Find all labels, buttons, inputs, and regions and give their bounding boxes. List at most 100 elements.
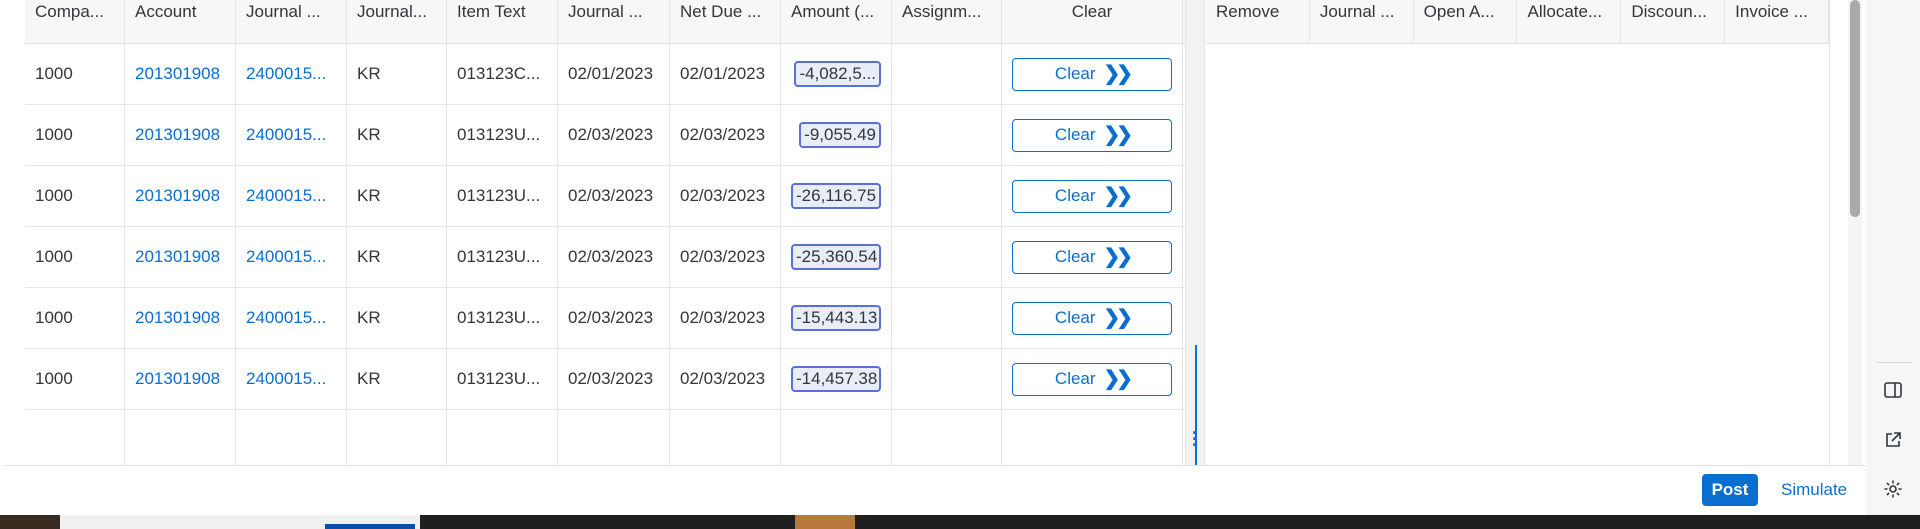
table-row[interactable]: 1000 201301908 2400015... KR 013123C... … bbox=[25, 44, 1185, 105]
clear-cell: Clear ❯❯ bbox=[1002, 166, 1183, 226]
table-row[interactable]: 1000 201301908 2400015... KR 013123U... … bbox=[25, 227, 1185, 288]
column-header-open-amount[interactable]: Open A... bbox=[1414, 0, 1518, 43]
journal-entry-link[interactable]: 2400015... bbox=[236, 349, 347, 409]
amount-value[interactable]: -26,116.75 bbox=[791, 183, 881, 209]
clear-button[interactable]: Clear ❯❯ bbox=[1012, 57, 1172, 91]
gear-icon[interactable] bbox=[1880, 476, 1906, 502]
account-link[interactable]: 201301908 bbox=[125, 44, 236, 104]
scrollbar-thumb[interactable] bbox=[1850, 0, 1860, 217]
item-text: 013123U... bbox=[447, 166, 558, 226]
taskbar-start[interactable] bbox=[0, 515, 60, 529]
account-link[interactable]: 201301908 bbox=[125, 349, 236, 409]
amount-value[interactable]: -25,360.54 bbox=[791, 244, 881, 270]
net-due-date: 02/01/2023 bbox=[670, 44, 781, 104]
clear-cell: Clear ❯❯ bbox=[1002, 288, 1183, 348]
column-header-journal-entry[interactable]: Journal ... bbox=[236, 0, 347, 43]
simulate-button[interactable]: Simulate bbox=[1775, 474, 1853, 506]
clear-cell: Clear ❯❯ bbox=[1002, 105, 1183, 165]
net-due-date: 02/03/2023 bbox=[670, 227, 781, 287]
column-header-allocated[interactable]: Allocate... bbox=[1517, 0, 1622, 43]
clear-button[interactable]: Clear ❯❯ bbox=[1012, 240, 1172, 274]
table-row[interactable]: 1000 201301908 2400015... KR 013123U... … bbox=[25, 349, 1185, 410]
clear-cell: Clear ❯❯ bbox=[1002, 44, 1183, 104]
clear-button-label: Clear bbox=[1054, 125, 1096, 144]
company-code: 1000 bbox=[25, 227, 125, 287]
net-due-date: 02/03/2023 bbox=[670, 288, 781, 348]
column-header-amount[interactable]: Amount (... bbox=[781, 0, 892, 43]
amount-value[interactable]: -14,457.38 bbox=[791, 366, 881, 392]
assignment bbox=[892, 105, 1002, 165]
column-header-company[interactable]: Compa... bbox=[25, 0, 125, 43]
clear-button[interactable]: Clear ❯❯ bbox=[1012, 301, 1172, 335]
item-text: 013123U... bbox=[447, 349, 558, 409]
table-row[interactable]: 1000 201301908 2400015... KR 013123U... … bbox=[25, 105, 1185, 166]
pane-splitter[interactable]: · · · bbox=[1185, 0, 1205, 465]
column-header-item-text[interactable]: Item Text bbox=[447, 0, 558, 43]
open-external-icon[interactable] bbox=[1880, 427, 1906, 453]
column-header-account[interactable]: Account bbox=[125, 0, 236, 43]
journal-type: KR bbox=[347, 349, 447, 409]
open-items-table: Compa... Account Journal ... Journal... … bbox=[25, 0, 1185, 465]
account-link[interactable]: 201301908 bbox=[125, 166, 236, 226]
clear-button[interactable]: Clear ❯❯ bbox=[1012, 362, 1172, 396]
account-link[interactable]: 201301908 bbox=[125, 105, 236, 165]
drag-handle-icon[interactable]: · · · bbox=[1192, 424, 1198, 454]
double-chevron-right-icon: ❯❯ bbox=[1103, 63, 1133, 85]
amount-cell: -14,457.38 bbox=[781, 349, 892, 409]
journal-date: 02/03/2023 bbox=[558, 166, 670, 226]
side-panel-icon[interactable] bbox=[1880, 377, 1906, 403]
empty-cell bbox=[125, 410, 236, 465]
item-text: 013123U... bbox=[447, 288, 558, 348]
double-chevron-right-icon: ❯❯ bbox=[1103, 124, 1133, 146]
column-header-journal-date[interactable]: Journal ... bbox=[558, 0, 670, 43]
taskbar-app[interactable] bbox=[795, 515, 855, 529]
column-header-net-due[interactable]: Net Due ... bbox=[670, 0, 781, 43]
clearing-items-table: Remove Journal ... Open A... Allocate...… bbox=[1206, 0, 1830, 465]
column-header-journal-entry[interactable]: Journal ... bbox=[1310, 0, 1414, 43]
empty-cell bbox=[670, 410, 781, 465]
amount-cell: -4,082,5... bbox=[781, 44, 892, 104]
clear-button-label: Clear bbox=[1054, 64, 1096, 83]
column-header-assignment[interactable]: Assignm... bbox=[892, 0, 1002, 43]
journal-date: 02/03/2023 bbox=[558, 288, 670, 348]
net-due-date: 02/03/2023 bbox=[670, 349, 781, 409]
column-header-invoice[interactable]: Invoice ... bbox=[1725, 0, 1829, 43]
column-header-clear: Clear bbox=[1002, 0, 1183, 43]
column-header-remove[interactable]: Remove bbox=[1206, 0, 1310, 43]
clear-button-label: Clear bbox=[1054, 186, 1096, 205]
journal-entry-link[interactable]: 2400015... bbox=[236, 44, 347, 104]
clear-button-label: Clear bbox=[1054, 247, 1096, 266]
table-row[interactable]: 1000 201301908 2400015... KR 013123U... … bbox=[25, 166, 1185, 227]
post-button[interactable]: Post bbox=[1702, 474, 1758, 506]
journal-entry-link[interactable]: 2400015... bbox=[236, 166, 347, 226]
taskbar-active-indicator bbox=[325, 524, 415, 529]
clear-button[interactable]: Clear ❯❯ bbox=[1012, 179, 1172, 213]
journal-entry-link[interactable]: 2400015... bbox=[236, 105, 347, 165]
company-code: 1000 bbox=[25, 105, 125, 165]
account-link[interactable]: 201301908 bbox=[125, 227, 236, 287]
empty-cell bbox=[781, 410, 892, 465]
clear-button[interactable]: Clear ❯❯ bbox=[1012, 118, 1172, 152]
table-header-row: Remove Journal ... Open A... Allocate...… bbox=[1206, 0, 1829, 44]
assignment bbox=[892, 227, 1002, 287]
empty-cell bbox=[447, 410, 558, 465]
amount-value[interactable]: -15,443.13 bbox=[791, 305, 881, 331]
empty-cell bbox=[558, 410, 670, 465]
amount-value[interactable]: -9,055.49 bbox=[799, 122, 881, 148]
journal-entry-link[interactable]: 2400015... bbox=[236, 288, 347, 348]
double-chevron-right-icon: ❯❯ bbox=[1103, 246, 1133, 268]
journal-type: KR bbox=[347, 227, 447, 287]
table-row[interactable]: 1000 201301908 2400015... KR 013123U... … bbox=[25, 288, 1185, 349]
column-header-journal-type[interactable]: Journal... bbox=[347, 0, 447, 43]
assignment bbox=[892, 349, 1002, 409]
empty-cell bbox=[1002, 410, 1183, 465]
column-header-discount[interactable]: Discoun... bbox=[1621, 0, 1726, 43]
company-code: 1000 bbox=[25, 349, 125, 409]
journal-entry-link[interactable]: 2400015... bbox=[236, 227, 347, 287]
vertical-scrollbar[interactable] bbox=[1848, 0, 1862, 465]
account-link[interactable]: 201301908 bbox=[125, 288, 236, 348]
amount-cell: -15,443.13 bbox=[781, 288, 892, 348]
company-code: 1000 bbox=[25, 288, 125, 348]
amount-value[interactable]: -4,082,5... bbox=[794, 61, 881, 87]
journal-date: 02/03/2023 bbox=[558, 349, 670, 409]
